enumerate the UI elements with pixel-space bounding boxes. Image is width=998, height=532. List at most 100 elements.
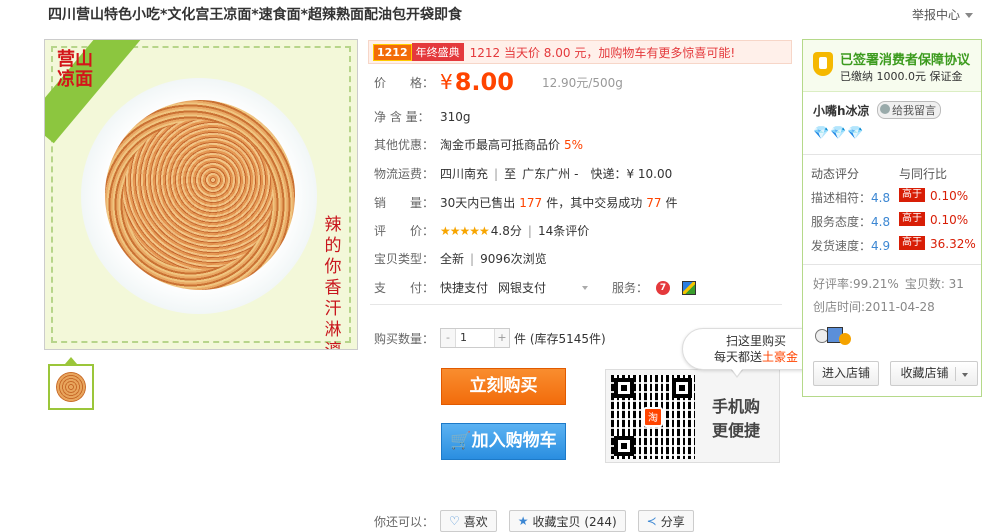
discount-pct: 5% [564, 137, 584, 152]
weight-row: 净 含 量： 310g [374, 108, 471, 125]
report-center-link[interactable]: 举报中心 [912, 6, 974, 23]
quantity-stepper[interactable]: - 1 + [440, 328, 510, 348]
quantity-input[interactable]: 1 [455, 329, 495, 347]
like-button[interactable]: ♡ 喜欢 [440, 510, 497, 532]
rate-value: 4.8 [871, 215, 891, 229]
type-views: 9096次浏览 [480, 252, 547, 266]
shipping-separator-icon: | [494, 166, 499, 181]
sales-count: 177 [519, 195, 543, 210]
qr-finder-tr [672, 378, 692, 398]
quantity-decrease-button[interactable]: - [441, 329, 455, 347]
compare-title: 与同行比 [899, 167, 948, 181]
trophy-icon [813, 52, 833, 76]
promo-text: 1212 当天价 8.00 元，加购物车有更多惊喜可能! [469, 45, 736, 60]
favorite-shop-label: 收藏店铺 [900, 366, 949, 380]
favorite-shop-button[interactable]: 收藏店铺 [890, 361, 978, 386]
rate-pct: 0.10% [930, 213, 969, 227]
payment-dropdown-icon[interactable] [582, 285, 589, 290]
promo-badge-label: 年终盛典 [411, 43, 464, 61]
price-value: 8.00 [454, 68, 514, 96]
chevron-down-icon[interactable] [961, 373, 968, 377]
product-main-image[interactable]: 营山凉面 辣的你香汗淋漓 [44, 39, 358, 350]
qr-finder-bl [614, 436, 634, 456]
payment-method-1: 快捷支付 [440, 281, 489, 295]
higher-badge: 高于 [899, 188, 925, 202]
collect-button[interactable]: ★ 收藏宝贝 (244) [508, 510, 626, 532]
type-value: 全新 [440, 252, 465, 266]
weight-value: 310g [440, 109, 471, 124]
shop-created: 创店时间:2011-04-28 [813, 300, 935, 314]
section-divider [370, 304, 782, 305]
promo-badge-number: 1212 [373, 43, 412, 61]
share-icon: ≺ [646, 514, 657, 528]
shipping-label: 物流运费： [374, 167, 435, 181]
rate-value: 4.9 [871, 239, 891, 253]
sales-text-2: 件，其中交易成功 [546, 196, 643, 210]
guarantee-title[interactable]: 已签署消费者保障协议 [840, 49, 970, 68]
quantity-stock: 件 (库存5145件) [514, 331, 606, 346]
enter-shop-button[interactable]: 进入店铺 [813, 361, 879, 386]
discount-value: 淘金币最高可抵商品价 [440, 138, 561, 152]
qr-finder-tl [614, 378, 634, 398]
rating-row: 评 价： ★★★★★ 4.8分 | 14条评价 [374, 222, 589, 239]
leave-message-button[interactable]: 给我留言 [877, 101, 941, 119]
rate-pct: 0.10% [930, 189, 969, 203]
mobile-qr-panel[interactable]: 淘 手机购 更便捷 [605, 369, 780, 463]
shop-divider-2 [803, 264, 981, 265]
type-label: 宝贝类型： [374, 252, 435, 266]
buy-now-button[interactable]: 立刻购买 [441, 368, 566, 405]
promo-bar: 1212 年终盛典 1212 当天价 8.00 元，加购物车有更多惊喜可能! [368, 40, 792, 64]
bubble-line-2-text: 每天都送 [713, 350, 762, 364]
rating-label: 评 价： [374, 224, 435, 238]
item-count: 宝贝数: 31 [904, 277, 964, 291]
shipping-to-select[interactable]: 广东广州 [522, 165, 570, 182]
qr-caption-line-1: 手机购 [712, 397, 761, 416]
payment-method-2: 网银支付 [498, 281, 547, 295]
report-center-label[interactable]: 举报中心 [912, 8, 960, 22]
type-separator: | [470, 251, 475, 266]
quantity-increase-button[interactable]: + [495, 329, 509, 347]
sales-success: 77 [646, 195, 662, 210]
heart-icon: ♡ [449, 514, 460, 528]
score-title: 动态评分 [811, 167, 860, 181]
rating-separator: | [527, 223, 532, 238]
shop-divider-1 [803, 154, 981, 155]
taobao-logo-icon: 淘 [643, 407, 663, 427]
rate-value: 4.8 [871, 191, 891, 205]
qr-caption: 手机购 更便捷 [712, 395, 760, 443]
quantity-label: 购买数量： [374, 331, 435, 346]
add-to-cart-button[interactable]: 🛒加入购物车 [441, 423, 566, 460]
payment-row: 支 付： 快捷支付 网银支付 服务： 7 [374, 279, 697, 296]
shop-name-link[interactable]: 小嘴h冰凉 [813, 102, 870, 119]
sales-label: 销 量： [374, 196, 435, 210]
rate-label: 服务态度： [811, 215, 872, 229]
bubble-tail-inner [731, 368, 743, 376]
price-label: 价 格： [374, 75, 435, 90]
type-row: 宝贝类型： 全新 | 9096次浏览 [374, 250, 547, 267]
product-thumbnail[interactable] [48, 364, 94, 410]
rate-row-service: 服务态度：4.8 [811, 213, 890, 230]
seven-day-return-icon[interactable]: 7 [656, 280, 671, 295]
price-currency: ¥ [440, 70, 453, 94]
higher-badge: 高于 [899, 236, 925, 250]
sales-row: 销 量： 30天内已售出 177 件，其中交易成功 77 件 [374, 194, 678, 211]
share-button[interactable]: ≺ 分享 [637, 510, 694, 532]
guarantee-box: 已签署消费者保障协议 已缴纳 1000.0元 保证金 [803, 40, 981, 92]
service-badge-icon[interactable] [682, 280, 697, 295]
price-original: 12.90元/500g [541, 75, 623, 90]
rating-reviews-link[interactable]: 14条评价 [538, 222, 589, 239]
shipping-dropdown-icon[interactable]: - [574, 167, 578, 181]
rate-row-shipping: 发货速度：4.9 [811, 237, 890, 254]
shipping-from: 四川南充 [440, 167, 489, 181]
rating-stars-icon: ★★★★★ [440, 223, 490, 238]
rating-score: 4.8分 [490, 224, 522, 238]
shop-panel: 已签署消费者保障协议 已缴纳 1000.0元 保证金 小嘴h冰凉 给我留言 💎💎… [802, 39, 982, 397]
button-divider [954, 366, 956, 381]
thumbnail-image [56, 372, 86, 402]
chevron-down-icon [965, 13, 974, 18]
guarantee-deposit: 已缴纳 1000.0元 保证金 [840, 70, 963, 83]
weight-label: 净 含 量： [374, 110, 430, 124]
sales-text-1: 30天内已售出 [440, 196, 516, 210]
good-rate-info: 好评率:99.21% 宝贝数: 31 [813, 275, 964, 292]
seller-diamond-icon: 💎💎💎 [813, 126, 865, 141]
